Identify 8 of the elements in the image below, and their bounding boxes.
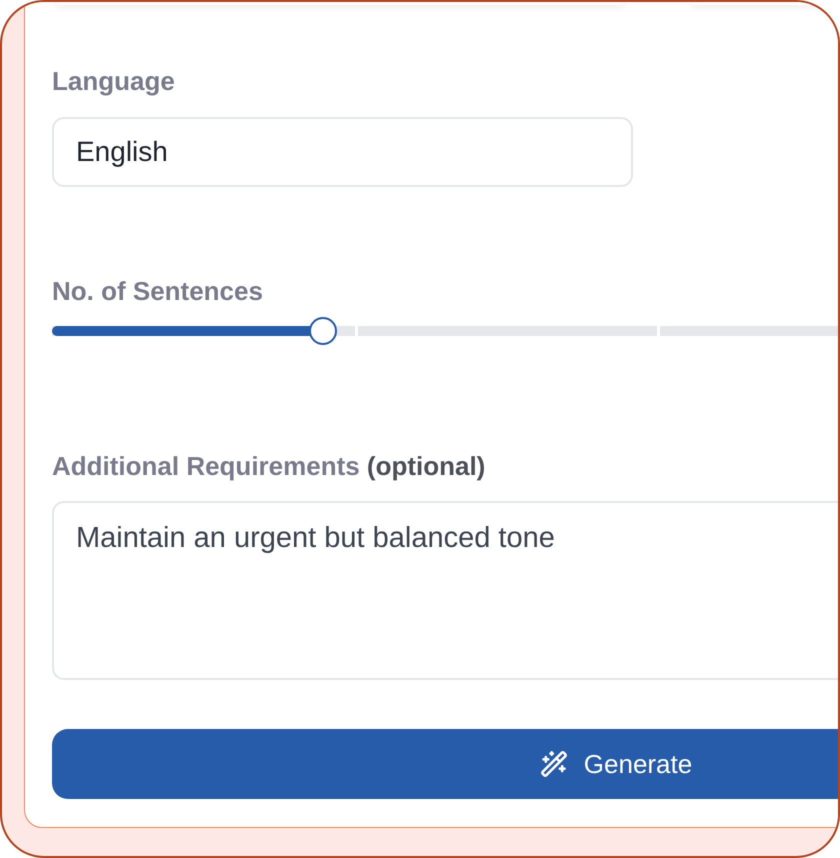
magic-wand-icon: [540, 750, 568, 778]
field-label: Additional Requirements (optional): [52, 451, 486, 481]
slider-thumb[interactable]: [308, 317, 337, 345]
requirements-field[interactable]: Maintain an urgent but balanced tone: [52, 501, 838, 680]
field-label: Language: [52, 66, 175, 96]
field-label: No. of Sentences: [52, 276, 263, 306]
generate-button[interactable]: Generate: [52, 729, 838, 799]
language-field[interactable]: English: [52, 117, 633, 187]
